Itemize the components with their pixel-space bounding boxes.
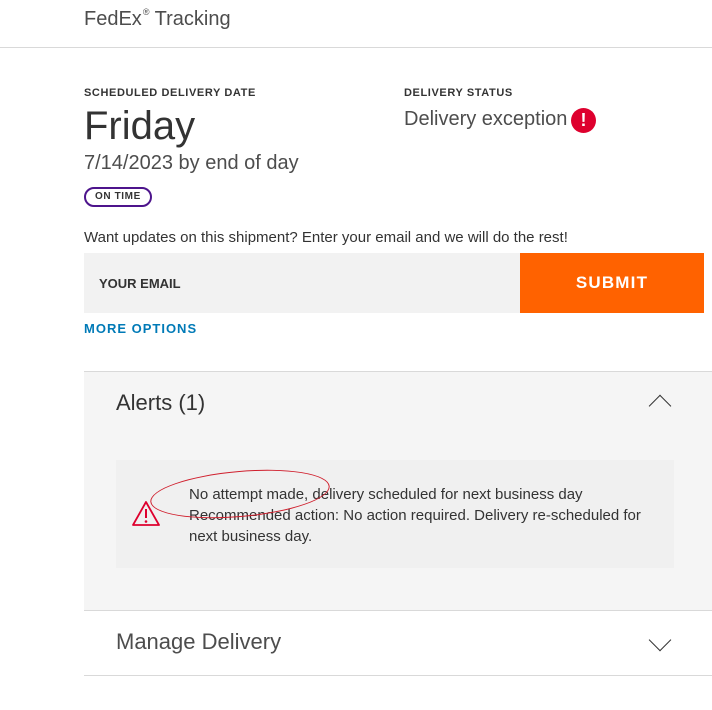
chevron-down-icon[interactable] bbox=[648, 628, 672, 652]
submit-button[interactable]: SUBMIT bbox=[520, 253, 704, 313]
on-time-badge: ON TIME bbox=[84, 187, 152, 207]
alert-text: No attempt made, delivery scheduled for … bbox=[189, 484, 659, 547]
alert-line-1: No attempt made, delivery scheduled for … bbox=[189, 486, 583, 503]
alerts-title[interactable]: Alerts (1) bbox=[116, 390, 205, 416]
delivery-date: 7/14/2023 by end of day bbox=[84, 152, 299, 174]
divider bbox=[84, 675, 712, 676]
registered-mark: ® bbox=[142, 7, 150, 17]
brand-name: FedEx bbox=[84, 8, 142, 30]
alert-line-2: Recommended action: No action required. … bbox=[189, 507, 641, 545]
more-options-link[interactable]: MORE OPTIONS bbox=[84, 321, 197, 336]
delivery-status-label: DELIVERY STATUS bbox=[404, 87, 513, 99]
page-title: Tracking bbox=[154, 8, 231, 30]
exclamation-circle-icon: ! bbox=[571, 108, 596, 133]
email-updates-prompt: Want updates on this shipment? Enter you… bbox=[84, 229, 568, 246]
email-input[interactable] bbox=[84, 253, 520, 313]
scheduled-delivery-label: SCHEDULED DELIVERY DATE bbox=[84, 87, 256, 99]
brand-title: FedEx® Tracking bbox=[84, 7, 231, 31]
manage-delivery-title[interactable]: Manage Delivery bbox=[116, 629, 281, 655]
warning-triangle-icon bbox=[132, 501, 160, 526]
delivery-status-value: Delivery exception bbox=[404, 108, 568, 130]
delivery-day: Friday bbox=[84, 104, 196, 148]
top-bar: FedEx® Tracking bbox=[0, 0, 712, 48]
